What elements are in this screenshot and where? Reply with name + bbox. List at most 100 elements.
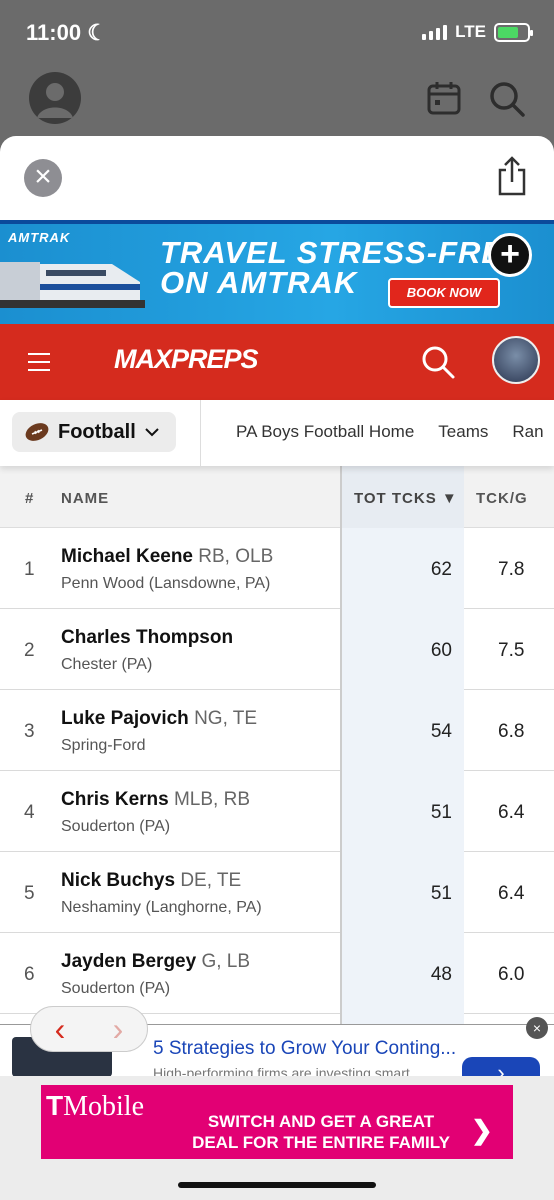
player-position: G, LB (201, 951, 251, 972)
close-button[interactable]: × (24, 159, 62, 197)
tmobile-logo: TMobile (46, 1090, 144, 1123)
player-school: Penn Wood (Lansdowne, PA) (61, 575, 271, 592)
maxpreps-header: MAXPREPS (0, 324, 554, 400)
nav-link-rankings[interactable]: Ran (512, 422, 543, 442)
player-position: MLB, RB (173, 789, 251, 810)
tot-cell: 54 (340, 690, 464, 771)
player-name[interactable]: Chris Kerns (61, 789, 169, 810)
amtrak-ad[interactable]: AMTRAK TRAVEL STRESS-FRE ON AMTRAK BOOK … (0, 220, 554, 324)
chevron-right-icon: ❯ (471, 1115, 493, 1145)
calendar-icon[interactable] (426, 80, 462, 116)
tackles-per-game: 6.4 (498, 883, 525, 904)
stats-table: # NAME TOT TCKS ▼ TCK/G 1 Michael Keene R… (0, 466, 554, 1095)
header-tackles-per-game[interactable]: TCK/G (476, 490, 528, 507)
tot-cell: 60 (340, 609, 464, 690)
tackles-per-game: 7.8 (498, 559, 525, 580)
tot-cell: 48 (340, 933, 464, 1014)
status-indicators: LTE (422, 22, 533, 42)
status-bar: 11:00 ☾ LTE (0, 0, 554, 64)
row-rank: 3 (24, 721, 35, 742)
player-name[interactable]: Jayden Bergey (61, 951, 196, 972)
tot-cell: 51 (340, 852, 464, 933)
table-row[interactable]: 5 Nick Buchys DE, TE Neshaminy (Langhorne,… (0, 852, 554, 933)
total-tackles: 48 (430, 964, 452, 985)
player-name[interactable]: Charles Thompson (61, 627, 233, 648)
total-tackles: 62 (430, 559, 452, 580)
sport-selector[interactable]: Football (12, 412, 176, 452)
player-line: Michael Keene RB, OLB (61, 546, 273, 568)
tackles-per-game: 6.4 (498, 802, 525, 823)
status-time-text: 11:00 (26, 20, 82, 45)
battery-icon (494, 22, 533, 42)
player-line: Luke Pajovich NG, TE (61, 708, 257, 730)
player-line: Jayden Bergey G, LB (61, 951, 250, 973)
share-icon[interactable] (496, 156, 528, 196)
table-header: # NAME TOT TCKS ▼ TCK/G (0, 466, 554, 528)
search-icon[interactable] (420, 344, 456, 380)
divider (200, 400, 201, 466)
player-line: Chris Kerns MLB, RB (61, 789, 250, 811)
train-image (0, 262, 145, 308)
book-now-button[interactable]: BOOK NOW (388, 278, 500, 308)
close-ad-icon[interactable]: × (526, 1017, 548, 1039)
header-name[interactable]: NAME (61, 490, 109, 507)
tmobile-ad-area: SWITCH AND GET A GREAT DEAL FOR THE ENTI… (0, 1076, 554, 1200)
status-time: 11:00 ☾ (26, 20, 107, 46)
tackles-per-game: 7.5 (498, 640, 525, 661)
nav-link-home[interactable]: PA Boys Football Home (236, 422, 414, 442)
player-school: Souderton (PA) (61, 818, 171, 835)
table-row[interactable]: 3 Luke Pajovich NG, TE Spring-Ford 54 6.8 (0, 690, 554, 771)
table-row[interactable]: 2 Charles Thompson Chester (PA) 60 7.5 (0, 609, 554, 690)
tot-cell: 62 (340, 528, 464, 609)
tmobile-logo-t-icon: T (46, 1090, 64, 1121)
home-indicator[interactable] (178, 1182, 376, 1188)
player-school: Spring-Ford (61, 737, 146, 754)
background-app-header (0, 64, 554, 136)
nav-link-teams[interactable]: Teams (438, 422, 488, 442)
network-label: LTE (455, 22, 486, 41)
player-position: NG, TE (194, 708, 258, 729)
player-name[interactable]: Luke Pajovich (61, 708, 189, 729)
forward-arrow-icon[interactable]: › (113, 1011, 124, 1048)
row-rank: 5 (24, 883, 35, 904)
total-tackles: 60 (430, 640, 452, 661)
back-arrow-icon[interactable]: ‹ (55, 1011, 66, 1048)
chevron-down-icon (145, 428, 159, 437)
menu-icon[interactable] (28, 353, 50, 371)
ad-go-button[interactable]: › (462, 1057, 540, 1078)
tmobile-ad-text: SWITCH AND GET A GREAT DEAL FOR THE ENTI… (192, 1112, 450, 1152)
player-school: Souderton (PA) (61, 980, 171, 997)
total-tackles: 51 (430, 883, 452, 904)
total-tackles: 51 (430, 802, 452, 823)
ad-title[interactable]: 5 Strategies to Grow Your Conting... (153, 1038, 456, 1060)
player-line: Charles Thompson (61, 627, 233, 649)
tmobile-logo-text: Mobile (63, 1091, 144, 1122)
player-name[interactable]: Nick Buchys (61, 870, 175, 891)
ad-expand-icon[interactable]: + (488, 233, 532, 277)
browser-nav-arrows: ‹ › (30, 1006, 148, 1052)
player-position: DE, TE (180, 870, 242, 891)
header-total-tackles[interactable]: TOT TCKS ▼ (340, 466, 464, 528)
tackles-per-game: 6.0 (498, 964, 525, 985)
row-rank: 4 (24, 802, 35, 823)
sheet-toolbar: × (0, 136, 554, 220)
row-rank: 1 (24, 559, 35, 580)
section-links: PA Boys Football Home Teams Ran (236, 422, 544, 442)
tot-cell: 51 (340, 771, 464, 852)
player-line: Nick Buchys DE, TE (61, 870, 241, 892)
table-row[interactable]: 4 Chris Kerns MLB, RB Souderton (PA) 51 6.4 (0, 771, 554, 852)
table-row[interactable]: 1 Michael Keene RB, OLB Penn Wood (Lansdow… (0, 528, 554, 609)
player-school: Chester (PA) (61, 656, 153, 673)
table-row[interactable]: 6 Jayden Bergey G, LB Souderton (PA) 48 6.0 (0, 933, 554, 1014)
row-rank: 6 (24, 964, 35, 985)
sport-nav: Football PA Boys Football Home Teams Ran (0, 400, 554, 466)
maxpreps-logo[interactable]: MAXPREPS (114, 344, 259, 375)
signal-icon (422, 24, 448, 40)
player-position: RB, OLB (198, 546, 274, 567)
user-avatar[interactable] (492, 336, 540, 384)
moon-icon: ☾ (87, 20, 107, 45)
profile-icon[interactable] (29, 72, 81, 124)
search-icon[interactable] (488, 80, 526, 118)
player-name[interactable]: Michael Keene (61, 546, 193, 567)
total-tackles: 54 (430, 721, 452, 742)
